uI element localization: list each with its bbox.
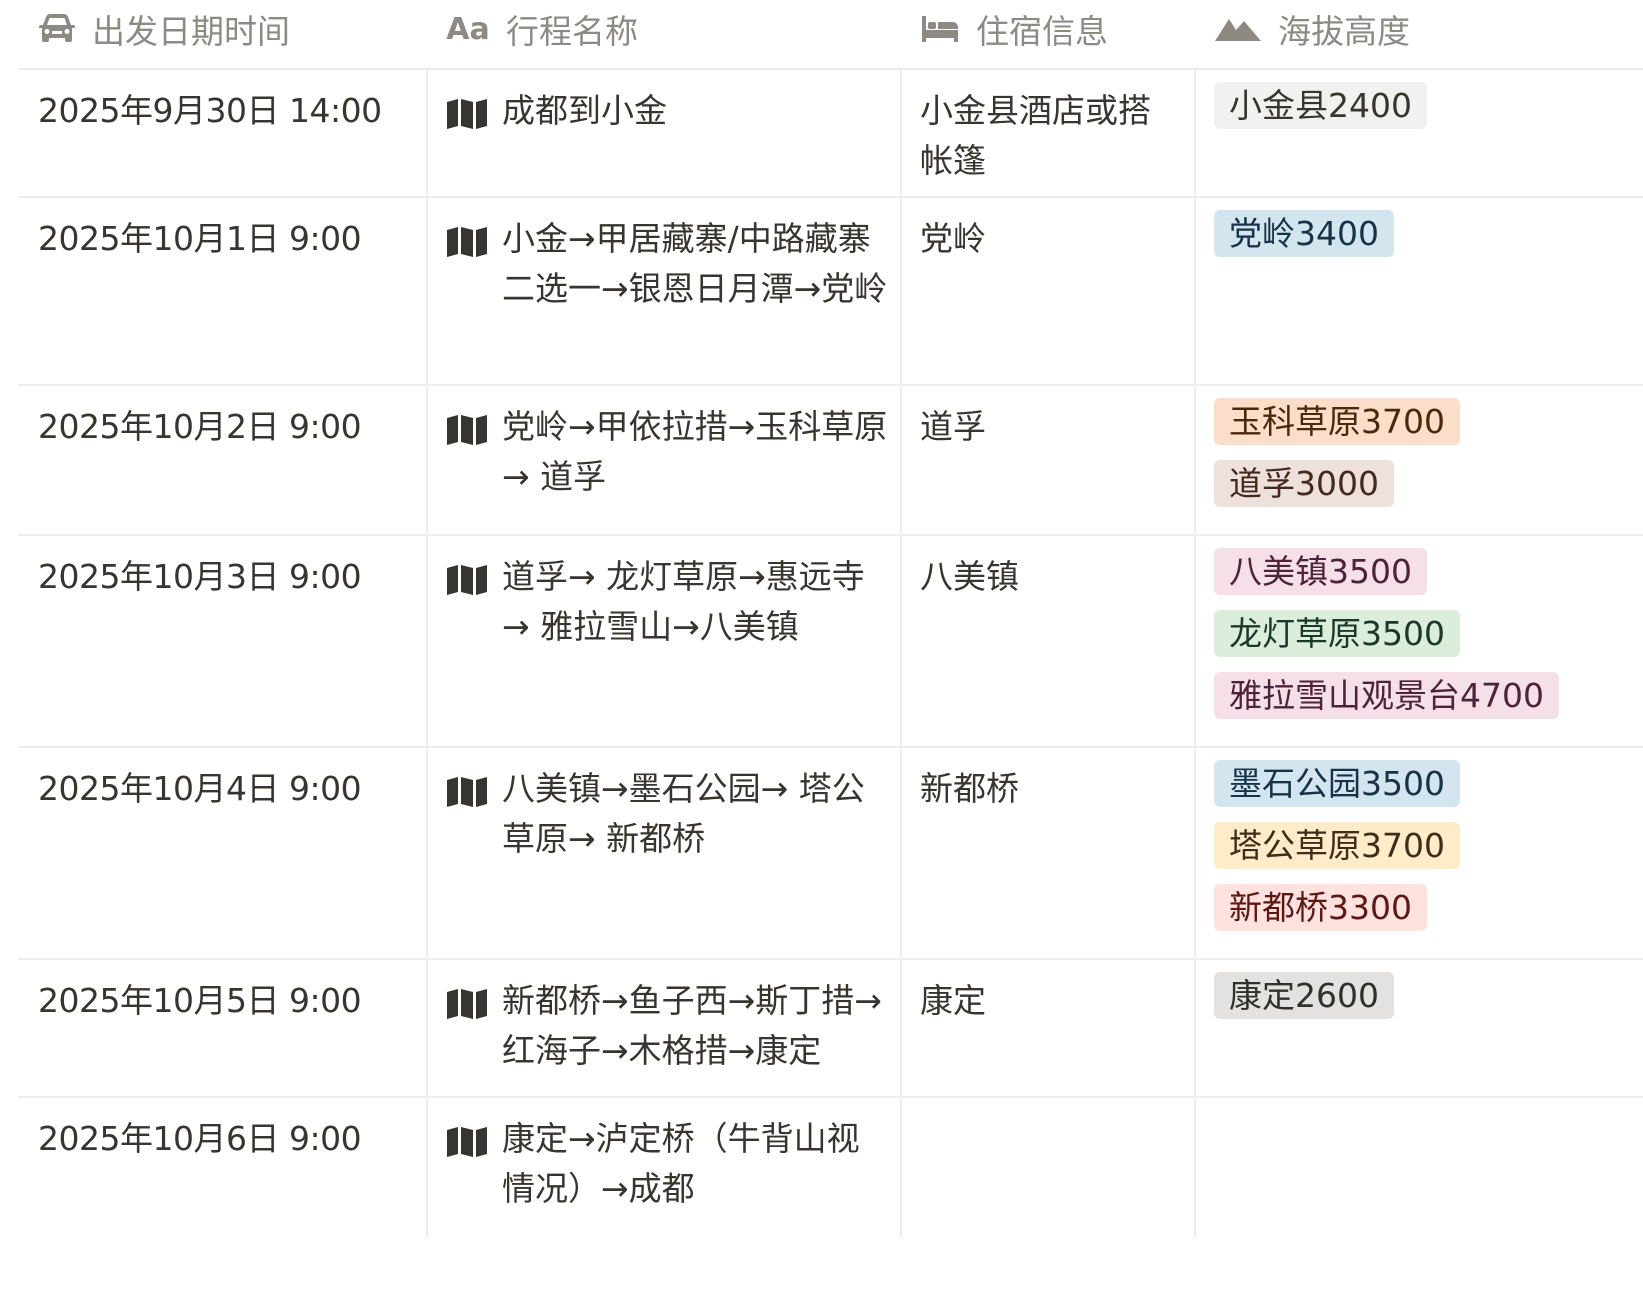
stay-cell[interactable]: 道孚: [900, 386, 1194, 534]
table-row[interactable]: 2025年10月3日 9:00 道孚→ 龙灯草原→惠远寺→ 雅拉雪山→八美镇 八美镇…: [18, 536, 1643, 748]
altitude-tag: 小金县2400: [1214, 82, 1427, 129]
altitude-tag: 道孚3000: [1214, 460, 1394, 507]
route-cell[interactable]: 小金→甲居藏寨/中路藏寨二选一→银恩日月潭→党岭: [426, 198, 900, 384]
altitude-cell[interactable]: 康定2600: [1194, 960, 1643, 1096]
altitude-cell[interactable]: 八美镇3500 龙灯草原3500 雅拉雪山观景台4700: [1194, 536, 1643, 746]
column-header-altitude[interactable]: 海拔高度: [1194, 0, 1643, 58]
altitude-tag: 新都桥3300: [1214, 884, 1427, 931]
route-name[interactable]: 康定→泸定桥（牛背山视情况）→成都: [502, 1114, 890, 1238]
route-cell[interactable]: 成都到小金: [426, 70, 900, 196]
stay-cell[interactable]: 康定: [900, 960, 1194, 1096]
stay-cell[interactable]: 八美镇: [900, 536, 1194, 746]
altitude-tag: 八美镇3500: [1214, 548, 1427, 595]
table-row[interactable]: 2025年9月30日 14:00 成都到小金 小金县酒店或搭帐篷 小金县2400: [18, 70, 1643, 198]
route-name[interactable]: 道孚→ 龙灯草原→惠远寺→ 雅拉雪山→八美镇: [502, 552, 890, 746]
date-cell[interactable]: 2025年10月3日 9:00: [18, 536, 426, 746]
stay-cell[interactable]: 小金县酒店或搭帐篷: [900, 70, 1194, 196]
route-name[interactable]: 新都桥→鱼子西→斯丁措→红海子→木格措→康定: [502, 976, 890, 1096]
table-header: 出发日期时间 Aa 行程名称 住宿信息 海拔高度: [18, 0, 1643, 70]
table-row[interactable]: 2025年10月5日 9:00 新都桥→鱼子西→斯丁措→红海子→木格措→康定 康定康…: [18, 960, 1643, 1098]
route-name[interactable]: 小金→甲居藏寨/中路藏寨二选一→银恩日月潭→党岭: [502, 214, 890, 384]
table-row[interactable]: 2025年10月1日 9:00 小金→甲居藏寨/中路藏寨二选一→银恩日月潭→党岭党…: [18, 198, 1643, 386]
map-icon: [446, 86, 488, 196]
stay-cell[interactable]: 新都桥: [900, 748, 1194, 958]
altitude-cell[interactable]: 墨石公园3500 塔公草原3700 新都桥3300: [1194, 748, 1643, 958]
map-icon: [446, 1114, 488, 1238]
table-row[interactable]: 2025年10月4日 9:00 八美镇→墨石公园→ 塔公草原→ 新都桥 新都桥 墨石公…: [18, 748, 1643, 960]
date-cell[interactable]: 2025年10月4日 9:00: [18, 748, 426, 958]
stay-cell[interactable]: 党岭: [900, 198, 1194, 384]
map-icon: [446, 214, 488, 384]
altitude-tag: 玉科草原3700: [1214, 398, 1460, 445]
table-row[interactable]: 2025年10月2日 9:00 党岭→甲依拉措→玉科草原 → 道孚 道孚 玉科草原37…: [18, 386, 1643, 536]
stay-cell[interactable]: [900, 1098, 1194, 1238]
altitude-tag: 党岭3400: [1214, 210, 1394, 257]
date-cell[interactable]: 2025年10月1日 9:00: [18, 198, 426, 384]
route-cell[interactable]: 党岭→甲依拉措→玉科草原 → 道孚: [426, 386, 900, 534]
altitude-cell[interactable]: 小金县2400: [1194, 70, 1643, 196]
altitude-cell[interactable]: 党岭3400: [1194, 198, 1643, 384]
route-name[interactable]: 八美镇→墨石公园→ 塔公草原→ 新都桥: [502, 764, 890, 958]
route-name[interactable]: 成都到小金: [502, 86, 890, 196]
altitude-tag: 墨石公园3500: [1214, 760, 1460, 807]
column-header-stay-label: 住宿信息: [976, 12, 1108, 51]
itinerary-table: 出发日期时间 Aa 行程名称 住宿信息 海拔高度 2025年9月30日 14:0…: [18, 0, 1643, 1238]
date-cell[interactable]: 2025年10月5日 9:00: [18, 960, 426, 1096]
route-cell[interactable]: 康定→泸定桥（牛背山视情况）→成都: [426, 1098, 900, 1238]
column-header-date[interactable]: 出发日期时间: [18, 0, 426, 58]
route-cell[interactable]: 八美镇→墨石公园→ 塔公草原→ 新都桥: [426, 748, 900, 958]
table-body: 2025年9月30日 14:00 成都到小金 小金县酒店或搭帐篷 小金县2400 202…: [18, 70, 1643, 1238]
column-header-name-label: 行程名称: [506, 12, 638, 51]
map-icon: [446, 552, 488, 746]
column-header-stay[interactable]: 住宿信息: [900, 0, 1194, 58]
date-cell[interactable]: 2025年10月6日 9:00: [18, 1098, 426, 1238]
map-icon: [446, 402, 488, 534]
car-icon: [38, 13, 76, 45]
date-cell[interactable]: 2025年10月2日 9:00: [18, 386, 426, 534]
altitude-tag: 康定2600: [1214, 972, 1394, 1019]
date-cell[interactable]: 2025年9月30日 14:00: [18, 70, 426, 196]
altitude-tag: 龙灯草原3500: [1214, 610, 1460, 657]
bed-icon: [920, 14, 960, 44]
map-icon: [446, 976, 488, 1096]
map-icon: [446, 764, 488, 958]
altitude-tag: 塔公草原3700: [1214, 822, 1460, 869]
text-aa-icon: Aa: [446, 11, 490, 47]
altitude-cell[interactable]: [1194, 1098, 1643, 1238]
route-cell[interactable]: 道孚→ 龙灯草原→惠远寺→ 雅拉雪山→八美镇: [426, 536, 900, 746]
mountain-icon: [1214, 15, 1262, 43]
table-row[interactable]: 2025年10月6日 9:00 康定→泸定桥（牛背山视情况）→成都: [18, 1098, 1643, 1238]
column-header-name[interactable]: Aa 行程名称: [426, 0, 900, 58]
column-header-date-label: 出发日期时间: [92, 12, 290, 51]
column-header-altitude-label: 海拔高度: [1278, 12, 1410, 51]
route-cell[interactable]: 新都桥→鱼子西→斯丁措→红海子→木格措→康定: [426, 960, 900, 1096]
route-name[interactable]: 党岭→甲依拉措→玉科草原 → 道孚: [502, 402, 890, 534]
altitude-tag: 雅拉雪山观景台4700: [1214, 672, 1559, 719]
altitude-cell[interactable]: 玉科草原3700 道孚3000: [1194, 386, 1643, 534]
